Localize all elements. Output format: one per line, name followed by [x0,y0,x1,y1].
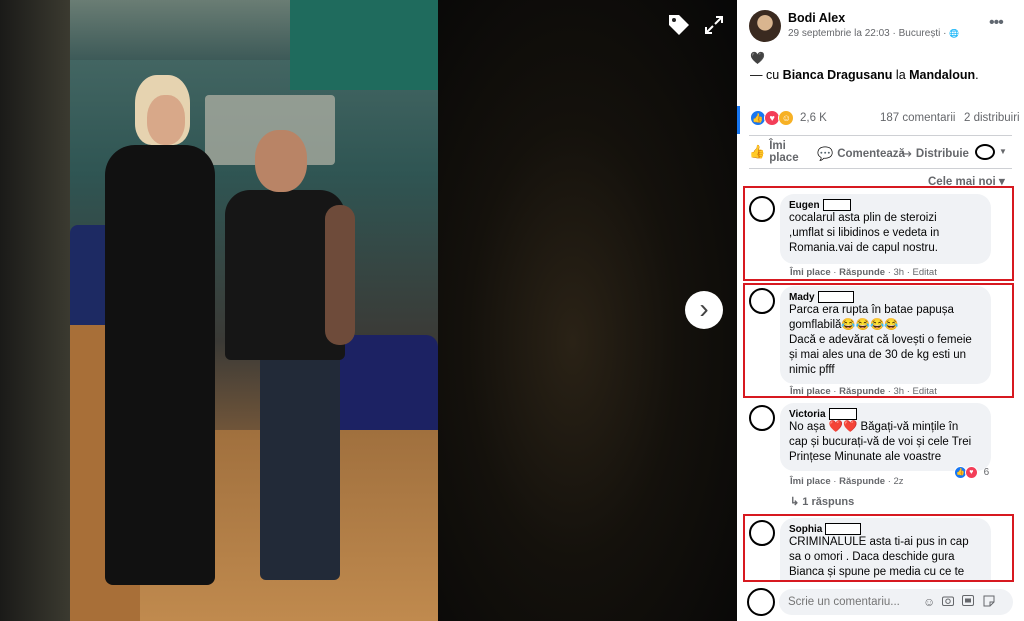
comment-like-link[interactable]: Îmi place [790,267,831,278]
commenter-name[interactable]: Eugen [789,199,981,211]
redaction-box [822,199,851,211]
audience-selector-avatar[interactable] [975,144,995,160]
reply-arrow-icon: ↳ [790,496,800,508]
comment-time[interactable]: 3h [894,386,905,397]
sticker-icon[interactable] [983,595,995,610]
with-prefix: — cu [750,68,780,82]
comment-bubble: Sophia CRIMINALULE asta ti-ai pus in cap… [780,518,991,580]
place-link[interactable]: Mandaloun [909,68,975,82]
chevron-down-icon[interactable]: ▼ [999,147,1007,156]
photo-woman [95,75,215,595]
comment-bubble: Victoria No așa ❤️❤️ Băgați-vă mințile î… [780,403,991,471]
camera-icon[interactable] [942,595,954,609]
commenter-avatar[interactable] [749,288,775,314]
photo-man [220,130,355,580]
commenter-name[interactable]: Mady [789,291,981,303]
redaction-box [828,408,857,420]
comment-reply-link[interactable]: Răspunde [839,386,885,397]
panel-accent-bar [737,106,740,134]
commenter-name[interactable]: Sophia [789,523,981,535]
comment-reactions[interactable]: 👍 ♥ 6 [954,466,989,479]
view-replies-link[interactable]: ↳ 1 răspuns [790,495,854,508]
reaction-icons[interactable]: 👍 ♥ ☺ [750,110,795,126]
post-meta: 29 septembrie la 22:03 · București · 🌐 [788,28,959,39]
post-photo[interactable] [70,0,438,621]
comment-text: No așa ❤️❤️ Băgați-vă mințile în cap și … [789,421,972,463]
redaction-box [825,523,862,535]
meta-separator: · [892,28,896,39]
commenter-avatar[interactable] [749,196,775,222]
at-word: la [895,68,906,82]
comment-actions: Îmi place · Răspunde · 3h · Editat [790,386,937,397]
share-label: Distribuie [915,148,969,160]
like-label: Îmi place [769,140,799,164]
write-comment-row: ☺ [737,584,1024,621]
edited-label: Editat [912,386,937,397]
user-avatar[interactable] [747,588,775,616]
expand-icon[interactable] [703,14,725,36]
share-icon: ↪ [901,146,912,161]
comment-reply-link[interactable]: Răspunde [839,267,885,278]
like-button[interactable]: 👍 Îmi place [749,140,803,164]
post-panel: Bodi Alex 29 septembrie la 22:03 · Bucur… [737,0,1024,621]
share-button[interactable]: ↪ Distribuie [901,146,969,162]
comment-text: cocalarul asta plin de steroizi ,umflat … [789,212,940,254]
photo-backdrop-left [0,0,70,621]
comment-reaction-count: 6 [983,467,990,479]
comment-text: CRIMINALULE asta ti-ai pus in cap sa o o… [789,536,969,578]
comment-like-link[interactable]: Îmi place [790,386,831,397]
next-photo-button[interactable]: › [685,291,723,329]
post-location[interactable]: București [899,28,941,39]
love-reaction-icon: ♥ [964,466,978,479]
tag-icon[interactable] [666,12,692,38]
emoji-icon[interactable]: ☺ [923,595,935,609]
comment-label: Comentează [837,148,905,160]
divider [749,168,1012,169]
comment-reply-link[interactable]: Răspunde [839,476,885,487]
edited-label: Editat [912,267,937,278]
shares-count[interactable]: 2 distribuiri [964,112,1020,124]
more-options-button[interactable]: ••• [989,14,1004,32]
comment-time[interactable]: 2z [894,476,904,487]
author-avatar[interactable] [749,10,781,42]
photo-green-wall [290,0,438,90]
comment-text: Parca era rupta în bataе papușa gomflabi… [789,304,972,376]
tag-line-period: . [975,68,979,82]
comment-icon: 💬 [817,146,834,161]
commenter-avatar[interactable] [749,520,775,546]
comment-actions: Îmi place · Răspunde · 3h · Editat [790,267,937,278]
reactions-row: 👍 ♥ ☺ 2,6 K 187 comentarii 2 distribuiri [750,110,1024,128]
commenter-name[interactable]: Victoria [789,408,981,420]
replies-count: 1 răspuns [802,496,855,508]
globe-icon: 🌐 [949,29,960,38]
thumbs-up-icon: 👍 [749,144,766,159]
comment-bubble: Mady Parca era rupta în bataе papușa gom… [780,286,991,384]
redaction-box [817,291,854,303]
post-tag-line: — cu Bianca Dragusanu la Mandaloun. [750,68,979,82]
tagged-person-link[interactable]: Bianca Dragusanu [783,68,893,82]
comment-like-link[interactable]: Îmi place [790,476,831,487]
post-date[interactable]: 29 septembrie la 22:03 [788,28,890,39]
comment-input[interactable] [779,589,1013,615]
comment-button[interactable]: 💬 Comentează [817,146,905,162]
comment-actions: Îmi place · Răspunde · 2z [790,476,904,487]
chevron-right-icon: › [699,292,709,324]
gif-icon[interactable] [962,595,974,609]
photo-viewer: › [0,0,737,621]
care-reaction-icon: ☺ [778,110,795,126]
comments-count[interactable]: 187 comentarii [880,112,955,124]
commenter-avatar[interactable] [749,405,775,431]
meta-separator-2: · [943,28,947,39]
comment-time[interactable]: 3h [894,267,905,278]
author-name[interactable]: Bodi Alex [788,11,845,25]
post-emoji: 🖤 [750,51,765,65]
comment-bubble: Eugen cocalarul asta plin de steroizi ,u… [780,194,991,264]
divider [749,135,1012,136]
reaction-count[interactable]: 2,6 K [800,112,827,124]
